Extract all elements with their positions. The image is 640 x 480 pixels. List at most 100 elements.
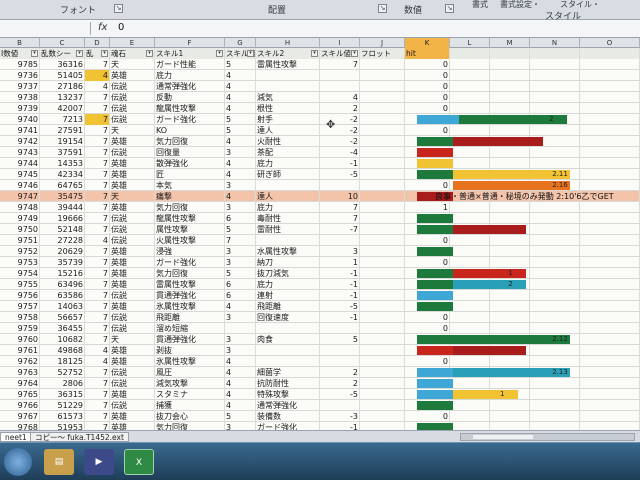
cell-N[interactable] — [530, 235, 580, 246]
cell-N[interactable] — [530, 257, 580, 268]
cell-D[interactable]: 7 — [85, 158, 110, 169]
cell-E[interactable]: 伝説 — [110, 213, 155, 224]
cell-J[interactable] — [360, 290, 405, 301]
header-cell[interactable]: フロット — [360, 48, 405, 59]
cell-E[interactable]: 伝説 — [110, 147, 155, 158]
cell-E[interactable]: 伝説 — [110, 378, 155, 389]
cell-L[interactable] — [450, 202, 490, 213]
cell-B[interactable]: 9748 — [0, 202, 40, 213]
header-cell[interactable] — [530, 48, 580, 59]
cell-O[interactable] — [580, 125, 640, 136]
cell-G[interactable]: 6 — [225, 213, 256, 224]
column-letter-E[interactable]: E — [110, 38, 155, 48]
cell-C[interactable]: 27228 — [40, 235, 85, 246]
cell-D[interactable]: 7 — [85, 312, 110, 323]
cell-F[interactable]: 風圧 — [155, 367, 225, 378]
cell-G[interactable]: 4 — [225, 158, 256, 169]
cell-J[interactable] — [360, 268, 405, 279]
cell-G[interactable]: 4 — [225, 92, 256, 103]
cell-O[interactable] — [580, 422, 640, 430]
cell-J[interactable] — [360, 81, 405, 92]
filter-dropdown-icon[interactable]: ▾ — [76, 50, 83, 57]
filter-dropdown-icon[interactable]: ▾ — [101, 50, 108, 57]
cell-L[interactable] — [450, 312, 490, 323]
cell-B[interactable]: 9747 — [0, 191, 40, 202]
cell-O[interactable] — [580, 334, 640, 345]
cell-O[interactable] — [580, 312, 640, 323]
cell-N[interactable] — [530, 59, 580, 70]
cell-E[interactable]: 英雄 — [110, 268, 155, 279]
cell-H[interactable]: 茶配 — [256, 147, 320, 158]
cell-O[interactable] — [580, 180, 640, 191]
cell-L[interactable] — [450, 59, 490, 70]
alignment-dialog-launcher-icon[interactable]: ↘ — [378, 4, 387, 13]
cell-I[interactable] — [320, 345, 360, 356]
cell-H[interactable]: 底力 — [256, 202, 320, 213]
cell-B[interactable]: 9785 — [0, 59, 40, 70]
cell-L[interactable] — [450, 246, 490, 257]
cell-C[interactable]: 35475 — [40, 191, 85, 202]
cell-N[interactable] — [530, 378, 580, 389]
cell-B[interactable]: 9754 — [0, 268, 40, 279]
cell-L[interactable] — [450, 103, 490, 114]
cell-F[interactable]: 反動 — [155, 92, 225, 103]
cell-F[interactable]: ガード強化 — [155, 114, 225, 125]
cell-N[interactable] — [530, 213, 580, 224]
cell-I[interactable] — [320, 180, 360, 191]
cell-F[interactable]: 氷属性攻撃 — [155, 356, 225, 367]
cell-L[interactable] — [450, 147, 490, 158]
cell-D[interactable]: 7 — [85, 147, 110, 158]
cell-F[interactable]: 剥抜 — [155, 345, 225, 356]
cell-M[interactable] — [490, 422, 530, 430]
cell-J[interactable] — [360, 191, 405, 202]
cell-H[interactable] — [256, 323, 320, 334]
cell-B[interactable]: 9744 — [0, 158, 40, 169]
cell-F[interactable]: 気力回復 — [155, 136, 225, 147]
header-cell[interactable] — [490, 48, 530, 59]
cell-C[interactable]: 42334 — [40, 169, 85, 180]
cell-E[interactable]: 伝説 — [110, 290, 155, 301]
cell-F[interactable]: 浸強 — [155, 246, 225, 257]
cell-N[interactable] — [530, 400, 580, 411]
cell-O[interactable] — [580, 246, 640, 257]
cell-N[interactable] — [530, 81, 580, 92]
header-cell[interactable]: スキル値 ▾ — [320, 48, 360, 59]
cell-G[interactable]: 5 — [225, 125, 256, 136]
cell-C[interactable]: 52148 — [40, 224, 85, 235]
cell-O[interactable] — [580, 290, 640, 301]
cell-K[interactable]: 0 — [405, 92, 450, 103]
cell-H[interactable]: 毒耐性 — [256, 213, 320, 224]
cell-D[interactable]: 7 — [85, 290, 110, 301]
cell-I[interactable] — [320, 70, 360, 81]
cell-B[interactable]: 9752 — [0, 246, 40, 257]
cell-M[interactable] — [490, 213, 530, 224]
cell-N[interactable] — [530, 268, 580, 279]
cell-D[interactable]: 7 — [85, 257, 110, 268]
cell-style-button[interactable]: 書式設定・ — [500, 0, 540, 10]
header-cell[interactable]: 乱数シー ▾ — [40, 48, 85, 59]
column-letter-M[interactable]: M — [490, 38, 530, 48]
cell-F[interactable]: スタミナ — [155, 389, 225, 400]
cell-O[interactable] — [580, 70, 640, 81]
cell-L[interactable] — [450, 323, 490, 334]
cell-N[interactable] — [530, 158, 580, 169]
cell-J[interactable] — [360, 356, 405, 367]
cell-I[interactable] — [320, 323, 360, 334]
cell-H[interactable] — [256, 70, 320, 81]
cell-M[interactable] — [490, 290, 530, 301]
cell-K[interactable]: 0 — [405, 257, 450, 268]
cell-H[interactable] — [256, 81, 320, 92]
cell-J[interactable] — [360, 279, 405, 290]
cell-I[interactable]: 2 — [320, 103, 360, 114]
cell-H[interactable]: 火耐性 — [256, 136, 320, 147]
cell-L[interactable] — [450, 81, 490, 92]
cell-I[interactable]: 5 — [320, 334, 360, 345]
cell-E[interactable]: 英雄 — [110, 279, 155, 290]
cell-F[interactable]: ガード強化 — [155, 257, 225, 268]
column-letter-D[interactable]: D — [85, 38, 110, 48]
cell-M[interactable] — [490, 147, 530, 158]
cell-M[interactable] — [490, 257, 530, 268]
cell-B[interactable]: 9740 — [0, 114, 40, 125]
cell-E[interactable]: 伝説 — [110, 235, 155, 246]
cell-D[interactable]: 7 — [85, 125, 110, 136]
